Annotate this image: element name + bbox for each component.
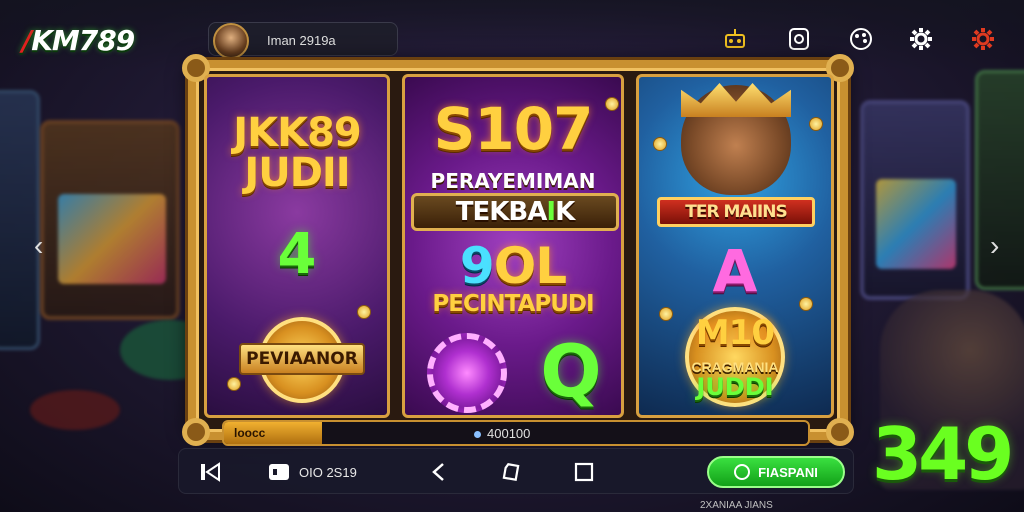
coin-icon bbox=[605, 97, 619, 111]
square-icon[interactable] bbox=[573, 459, 595, 485]
profile-chip[interactable]: Iman 2919a bbox=[208, 22, 398, 59]
chip-icon[interactable] bbox=[784, 24, 814, 54]
avatar[interactable] bbox=[213, 23, 249, 59]
profile-name: Iman 2919a bbox=[267, 33, 336, 48]
game-panel-right[interactable]: TER MAIINS A M10 CRAGMANIA JUDDI bbox=[636, 74, 834, 418]
settings-red-icon[interactable] bbox=[968, 24, 998, 54]
score-counter: 349 bbox=[872, 412, 1014, 496]
panel-ribbon: TEKBAIK bbox=[411, 193, 619, 231]
prev-arrow-icon[interactable]: ‹ bbox=[34, 230, 43, 262]
coin-icon bbox=[809, 117, 823, 131]
coin-icon bbox=[799, 297, 813, 311]
frame-ornament bbox=[826, 418, 854, 446]
palette-icon[interactable] bbox=[846, 24, 876, 54]
badge-label: PEVIAANOR bbox=[239, 343, 365, 375]
stats-value: OIO 2S19 bbox=[299, 464, 357, 480]
next-arrow-icon[interactable]: › bbox=[990, 230, 999, 262]
panel-ribbon: TER MAIINS bbox=[657, 197, 815, 227]
badge-line2: JUDDI bbox=[696, 373, 774, 401]
coin-icon bbox=[357, 305, 371, 319]
frame-bar-value: 400100 bbox=[474, 426, 530, 441]
bottom-nav-bar: OIO 2S19 FIASPANI bbox=[178, 448, 854, 494]
play-button[interactable]: FIASPANI bbox=[707, 456, 845, 488]
back-icon[interactable] bbox=[199, 459, 225, 485]
poker-chip-icon bbox=[427, 333, 507, 413]
background-arcade-machine bbox=[40, 120, 180, 320]
page-icon[interactable] bbox=[501, 459, 523, 485]
gear-icon[interactable] bbox=[906, 24, 936, 54]
panel-amount: S107 bbox=[433, 95, 594, 163]
share-icon[interactable] bbox=[429, 459, 451, 485]
stats-button[interactable]: OIO 2S19 bbox=[267, 459, 357, 485]
panel-mid-text: 9OL bbox=[459, 237, 567, 295]
panel-letter: A bbox=[712, 237, 758, 305]
coin-icon bbox=[659, 307, 673, 321]
coin-icon bbox=[227, 377, 241, 391]
background-arcade-machine bbox=[975, 70, 1024, 290]
game-panel-left[interactable]: JKK89 JUDII 4 PEVIAANOR bbox=[204, 74, 390, 418]
game-banner-frame[interactable]: JKK89 JUDII 4 PEVIAANOR S107 PERAYEMIMAN… bbox=[182, 54, 854, 446]
frame-bar-label: loocc bbox=[224, 422, 322, 444]
frame-status-bar: loocc 400100 bbox=[222, 420, 810, 446]
panel-caption: PECINTAPUDI bbox=[432, 291, 594, 317]
frame-ornament bbox=[182, 418, 210, 446]
panel-subtitle: PERAYEMIMAN bbox=[430, 169, 596, 193]
coin-icon bbox=[653, 137, 667, 151]
game-panel-center[interactable]: S107 PERAYEMIMAN TEKBAIK 9OL PECINTAPUDI… bbox=[402, 74, 624, 418]
background-stool bbox=[30, 390, 120, 430]
chip-letter-icon: Q bbox=[540, 329, 602, 413]
panel-title: JKK89 JUDII bbox=[233, 110, 362, 196]
footnote-text: 2XANIAA JIANS bbox=[700, 500, 773, 511]
background-arcade-machine bbox=[860, 100, 970, 300]
brand-logo[interactable]: /KM789 bbox=[22, 24, 135, 57]
robot-icon[interactable] bbox=[720, 24, 750, 54]
background-arcade-machine bbox=[0, 90, 40, 350]
play-icon bbox=[734, 464, 751, 480]
panel-number: 4 bbox=[277, 222, 317, 287]
